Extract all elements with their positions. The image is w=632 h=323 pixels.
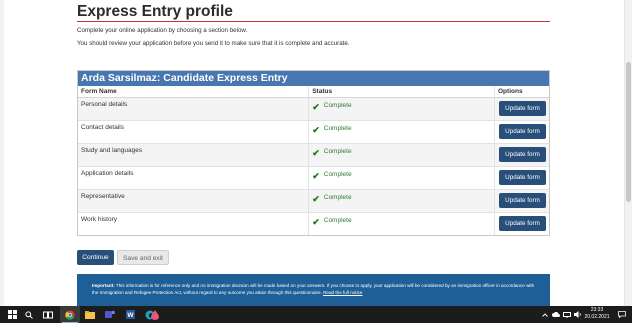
page-header: Express Entry profile Complete your onli…: [77, 0, 550, 48]
form-name: Application details: [78, 166, 310, 189]
status-cell: ✔ Complete: [308, 120, 495, 143]
status-text: Complete: [323, 125, 352, 132]
options-cell: Update form: [495, 166, 550, 189]
options-cell: Update form: [495, 212, 550, 235]
checkmark-icon: ✔: [312, 124, 320, 135]
checkmark-icon: ✔: [312, 216, 320, 227]
intro-text: Complete your online application by choo…: [77, 27, 248, 34]
continue-button[interactable]: Continue: [77, 250, 114, 265]
table-header-row: Form Name Status Options: [78, 86, 549, 98]
status-cell: ✔ Complete: [308, 166, 495, 189]
status-cell: ✔ Complete: [308, 212, 495, 235]
status-text: Complete: [323, 148, 352, 155]
update-form-button[interactable]: Update form: [499, 124, 546, 139]
options-cell: Update form: [495, 143, 550, 166]
update-form-button[interactable]: Update form: [499, 193, 546, 208]
clock-time: 23:33: [590, 307, 604, 313]
form-name: Work history: [78, 212, 310, 235]
form-name: Contact details: [78, 120, 310, 143]
read-full-notice-link[interactable]: Read the full notice: [323, 290, 362, 295]
search-icon[interactable]: [22, 306, 36, 323]
cloud-icon[interactable]: [551, 306, 561, 323]
form-actions: Continue Save and exit: [77, 250, 169, 265]
form-name: Representative: [78, 189, 310, 212]
options-cell: Update form: [495, 120, 550, 143]
important-notice: Important: This information is for refer…: [77, 274, 550, 306]
chrome-icon[interactable]: [62, 306, 78, 323]
word-icon[interactable]: W: [122, 306, 138, 323]
network-icon[interactable]: [562, 306, 572, 323]
save-and-exit-button[interactable]: Save and exit: [117, 250, 169, 265]
svg-text:W: W: [127, 312, 134, 319]
clock[interactable]: 23:33 20.02.2021: [582, 307, 612, 321]
scroll-thumb[interactable]: [626, 62, 631, 202]
table-row: Application details ✔ Complete Update for…: [78, 166, 549, 189]
update-form-button[interactable]: Update form: [499, 147, 546, 162]
task-view-icon[interactable]: [40, 306, 56, 323]
form-name: Study and languages: [78, 143, 310, 166]
forms-table: Form Name Status Options Personal detail…: [78, 86, 549, 235]
status-text: Complete: [323, 194, 352, 201]
table-row: Representative ✔ Complete Update form: [78, 189, 549, 212]
windows-taskbar: W 23:33 20.02.2021: [0, 306, 632, 323]
table-row: Study and languages ✔ Complete Update for…: [78, 143, 549, 166]
options-cell: Update form: [495, 97, 550, 120]
windows-icon[interactable]: [4, 306, 20, 323]
checkmark-icon: ✔: [312, 170, 320, 181]
browser-page: Express Entry profile Complete your onli…: [0, 0, 624, 306]
chevron-up-icon[interactable]: [540, 306, 550, 323]
update-form-button[interactable]: Update form: [499, 170, 546, 185]
clock-date: 20.02.2021: [584, 314, 610, 320]
update-form-button[interactable]: Update form: [499, 216, 546, 232]
checkmark-icon: ✔: [312, 193, 320, 204]
panel-heading: Arda Sarsilmaz: Candidate Express Entry: [78, 71, 549, 86]
left-margin: [0, 0, 4, 306]
table-row: Contact details ✔ Complete Update form: [78, 120, 549, 143]
status-text: Complete: [323, 171, 352, 178]
table-row: Work history ✔ Complete Update form: [78, 212, 549, 235]
app-icon[interactable]: [148, 306, 162, 323]
status-cell: ✔ Complete: [308, 97, 495, 120]
review-text: You should review your application befor…: [77, 40, 350, 47]
column-header-status: Status: [308, 86, 495, 98]
column-header-options: Options: [494, 86, 549, 98]
page-title: Express Entry profile: [77, 3, 233, 20]
status-cell: ✔ Complete: [308, 143, 495, 166]
checkmark-icon: ✔: [312, 147, 320, 158]
table-row: Personal details ✔ Complete Update form: [78, 97, 549, 120]
status-text: Complete: [323, 217, 352, 224]
column-header-form-name: Form Name: [78, 86, 310, 98]
notice-text: This information is for reference only a…: [92, 283, 535, 295]
page-scrollbar[interactable]: [624, 0, 632, 306]
notice-label: Important:: [92, 283, 115, 288]
form-name: Personal details: [78, 97, 310, 120]
file-explorer-icon[interactable]: [82, 306, 98, 323]
update-form-button[interactable]: Update form: [499, 101, 546, 116]
status-cell: ✔ Complete: [308, 189, 495, 212]
notification-icon[interactable]: [616, 306, 628, 323]
teams-icon[interactable]: [102, 306, 118, 323]
options-cell: Update form: [495, 189, 550, 212]
title-divider: [77, 21, 550, 22]
status-text: Complete: [323, 102, 352, 109]
application-panel: Arda Sarsilmaz: Candidate Express Entry …: [77, 70, 550, 236]
checkmark-icon: ✔: [312, 101, 320, 112]
